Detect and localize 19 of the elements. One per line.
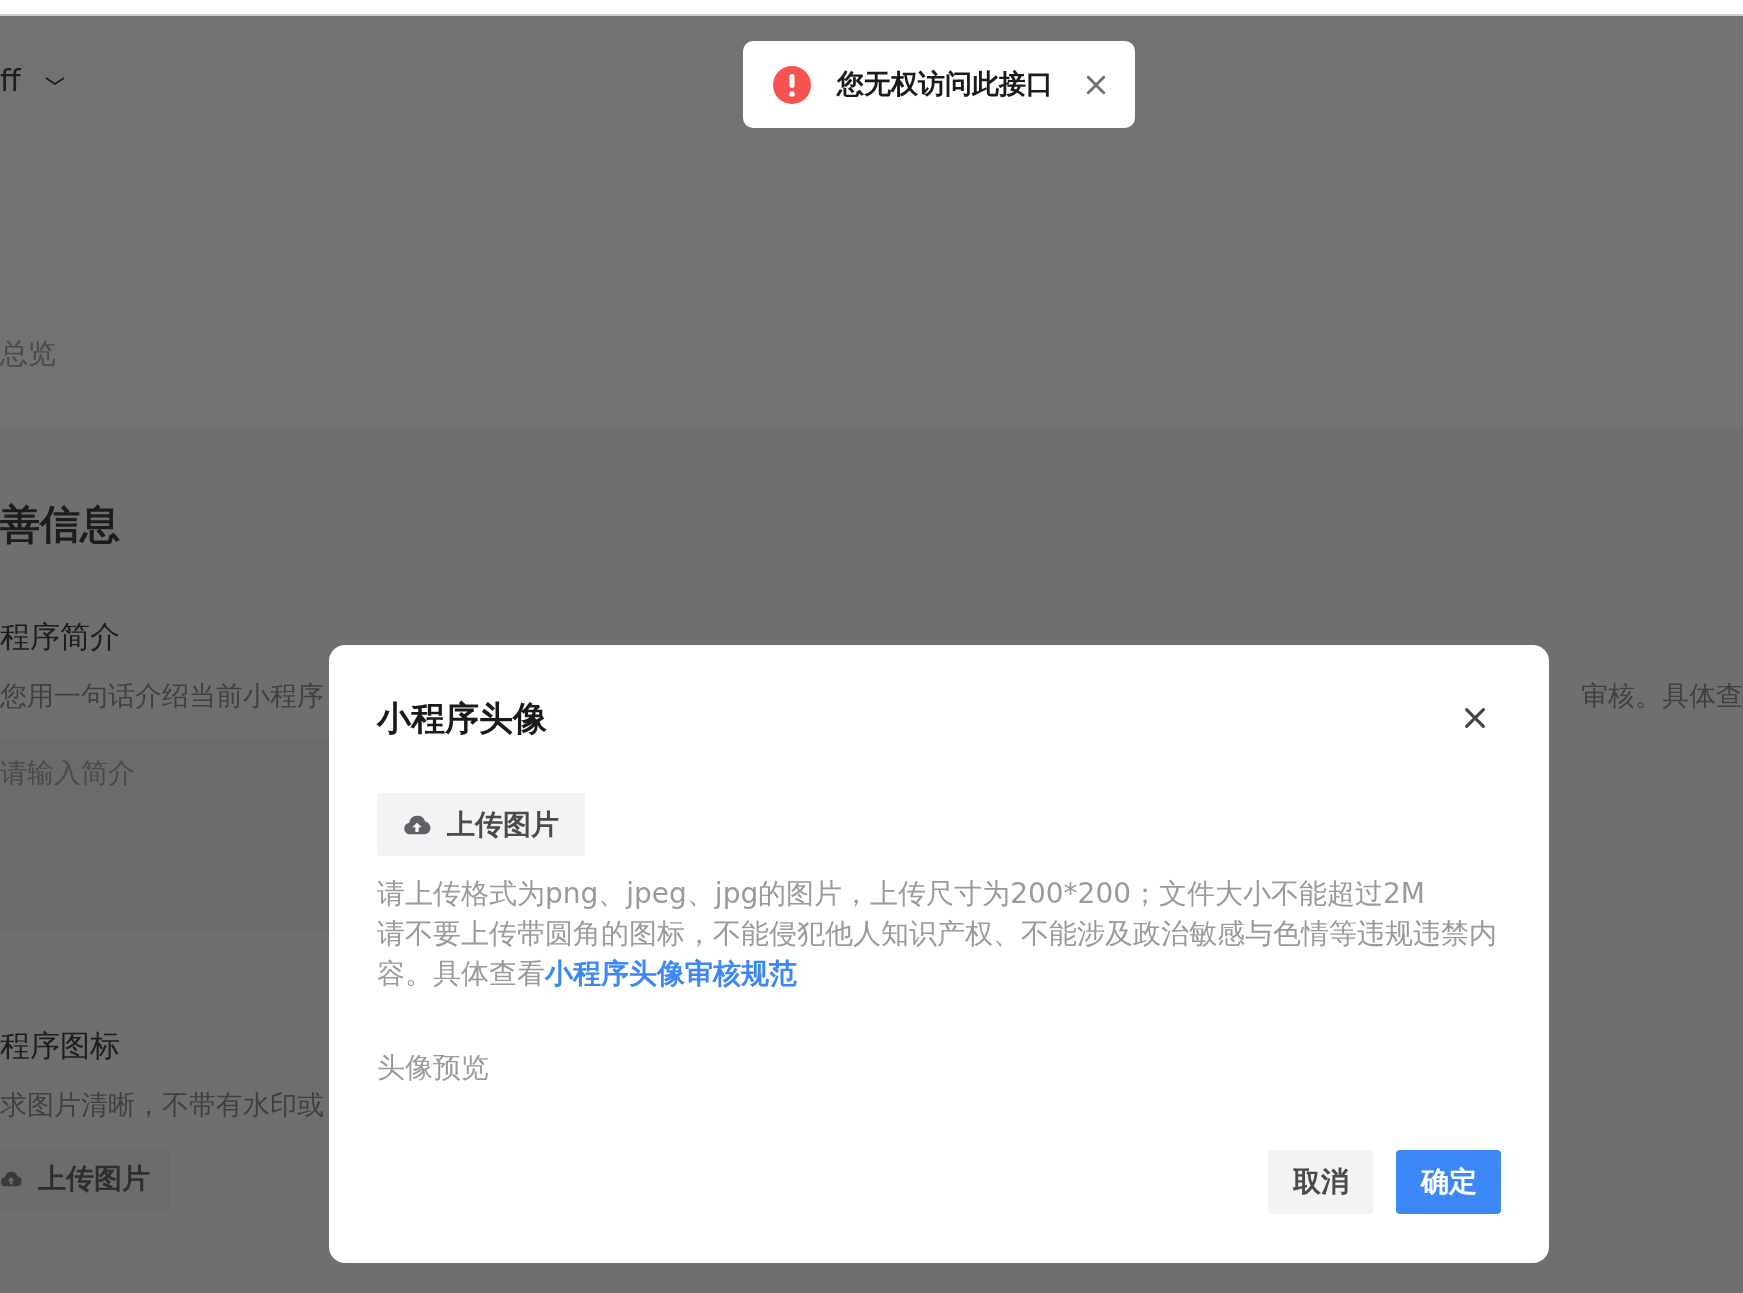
upload-button[interactable]: 上传图片: [0, 1148, 170, 1210]
toast-message: 您无权访问此接口: [837, 67, 1053, 102]
alert-icon: [773, 65, 811, 104]
cancel-button[interactable]: 取消: [1268, 1150, 1373, 1214]
upload-hint: 请不要上传带圆角的图标，不能侵犯他人知识产权、不能涉及政治敏感与色情等违规违禁内容。具体查看小程序头像审核规范: [377, 916, 1498, 992]
account-name[interactable]: ff: [0, 66, 21, 96]
field-label: 程序简介: [0, 622, 120, 652]
close-icon[interactable]: [1463, 706, 1487, 730]
field-label: 程序图标: [0, 1031, 120, 1061]
chevron-down-icon[interactable]: [44, 76, 65, 86]
upload-button[interactable]: 上传图片: [377, 793, 585, 856]
confirm-button[interactable]: 确定: [1396, 1150, 1501, 1214]
guideline-link[interactable]: 小程序头像审核规范: [545, 957, 797, 990]
upload-hint: 请上传格式为png、jpeg、jpg的图片，上传尺寸为200*200；文件大小不能超过2M: [377, 876, 1427, 912]
close-icon[interactable]: [1085, 73, 1107, 96]
section-title: 善信息: [0, 504, 120, 544]
preview-label: 头像预览: [377, 1054, 489, 1082]
dialog-title: 小程序头像: [377, 701, 547, 735]
cloud-upload-icon: [0, 1169, 22, 1189]
